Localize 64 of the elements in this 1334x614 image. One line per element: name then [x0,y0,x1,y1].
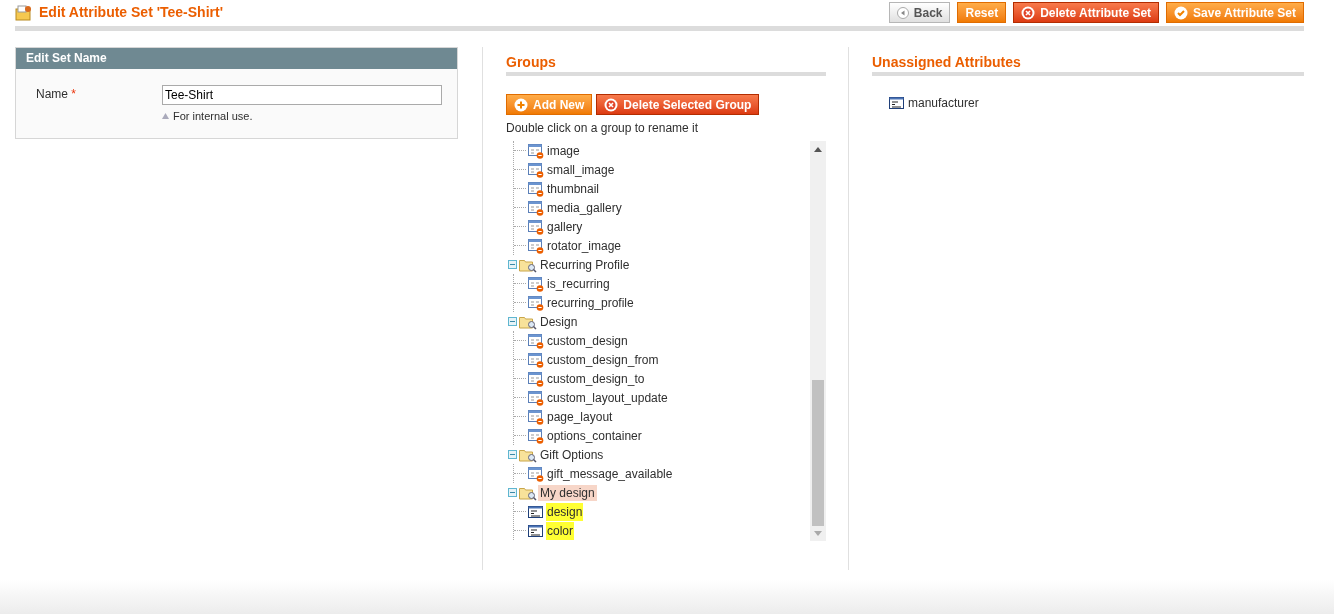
plus-icon [514,97,528,112]
attribute-locked-icon [528,427,544,444]
attribute-icon [528,523,544,538]
attribute-item[interactable]: custom_design_from [546,350,660,369]
group-item[interactable]: My design [538,484,597,501]
attribute-item[interactable]: thumbnail [546,179,601,198]
attribute-locked-icon [528,218,544,235]
attribute-item[interactable]: manufacturer [907,93,980,112]
collapse-icon[interactable] [508,317,517,326]
close-icon [1021,5,1036,20]
attribute-item[interactable]: options_container [546,426,643,445]
attribute-locked-icon [528,408,544,425]
close-icon [604,97,619,112]
hint-text: Double click on a group to rename it [506,120,700,137]
attribute-locked-icon [528,370,544,387]
name-field[interactable]: Tee-Shirt [162,85,442,105]
attribute-item[interactable]: page_layout [546,407,614,426]
page-title: Edit Attribute Set 'Tee-Shirt' [39,3,223,22]
attribute-locked-icon [528,142,544,159]
delete-button[interactable]: Delete Attribute Set [1013,2,1160,23]
field-note: For internal use. [173,109,253,124]
attribute-item[interactable]: rotator_image [546,236,623,255]
scroll-up-icon[interactable] [814,147,822,152]
attribute-item[interactable]: design [546,502,584,521]
attribute-locked-icon [528,199,544,216]
field-label: Name [36,87,68,101]
scrollbar-thumb[interactable] [812,380,824,526]
delete-button[interactable]: Delete Selected Group [596,94,760,115]
attribute-item[interactable]: gift_message_available [546,464,674,483]
attribute-locked-icon [528,294,544,311]
attribute-item[interactable]: recurring_profile [546,293,635,312]
scroll-down-icon[interactable] [814,531,822,536]
note-arrow-icon [162,113,169,120]
attribute-item[interactable]: custom_design [546,331,629,350]
attribute-locked-icon [528,332,544,349]
attribute-set-icon [15,4,33,21]
attribute-locked-icon [528,351,544,368]
attribute-icon [528,504,544,519]
back-icon [896,6,909,19]
collapse-icon[interactable] [508,488,517,497]
attribute-item[interactable]: image [546,141,581,160]
attribute-item[interactable]: is_recurring [546,274,611,293]
attribute-icon [889,95,905,110]
section-title: Groups [506,53,557,72]
panel-header: Edit Set Name [16,48,457,69]
collapse-icon[interactable] [508,450,517,459]
attribute-item[interactable]: gallery [546,217,584,236]
attribute-item[interactable]: media_gallery [546,198,623,217]
collapse-icon[interactable] [508,260,517,269]
attribute-item[interactable]: small_image [546,160,616,179]
attribute-locked-icon [528,180,544,197]
attribute-item[interactable]: custom_design_to [546,369,646,388]
required-mark: * [71,87,77,101]
checkmark-icon [1174,5,1189,20]
attribute-item[interactable]: color [546,521,574,540]
attribute-locked-icon [528,161,544,178]
attribute-locked-icon [528,465,544,482]
attribute-locked-icon [528,389,544,406]
scrollbar[interactable] [810,141,826,541]
section-title: Unassigned Attributes [872,53,1022,72]
attribute-locked-icon [528,275,544,292]
back-button[interactable]: Back [888,2,951,23]
attribute-locked-icon [528,237,544,254]
attribute-item[interactable]: custom_layout_update [546,388,669,407]
